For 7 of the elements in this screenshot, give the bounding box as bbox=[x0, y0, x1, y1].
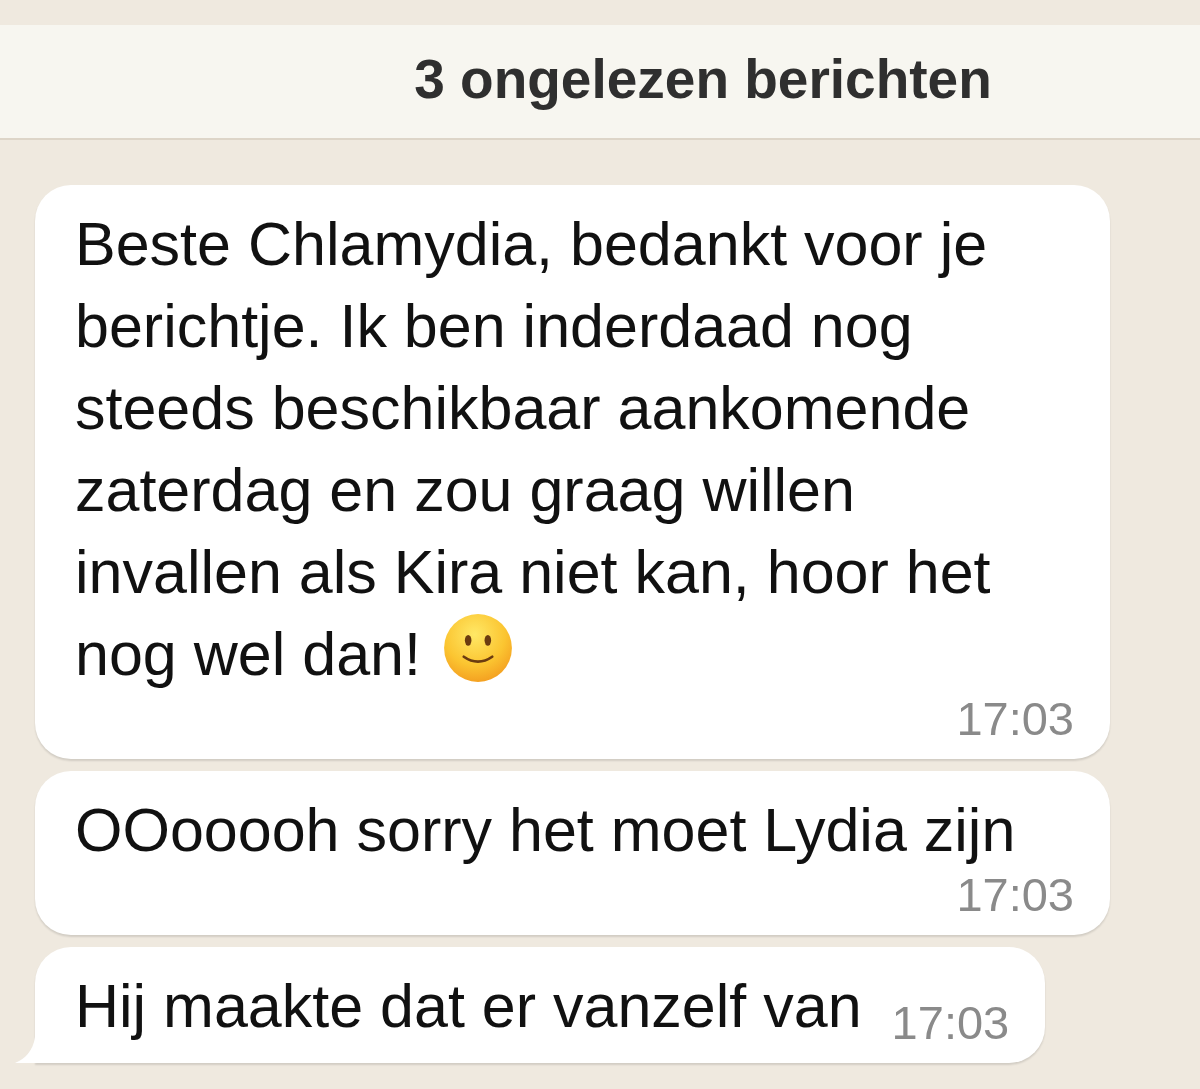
message-text: Beste Chlamydia, bedankt voor je berichtje. Ik ben inderdaad nog steeds beschikbaar aankomende zaterdag en zou graag willen invallen als Kira niet kan, hoor het nog wel dan! bbox=[75, 209, 992, 690]
message-time: 17:03 bbox=[890, 999, 1010, 1047]
message-text: Hij maakte dat er vanzelf van bbox=[75, 971, 862, 1042]
message-time: 17:03 bbox=[955, 871, 1074, 919]
message-time: 17:03 bbox=[955, 695, 1074, 743]
unread-count-label: 3 ongelezen berichten bbox=[414, 46, 992, 112]
message-text: OOooooh sorry het moet Lydia zijn bbox=[75, 795, 1016, 866]
